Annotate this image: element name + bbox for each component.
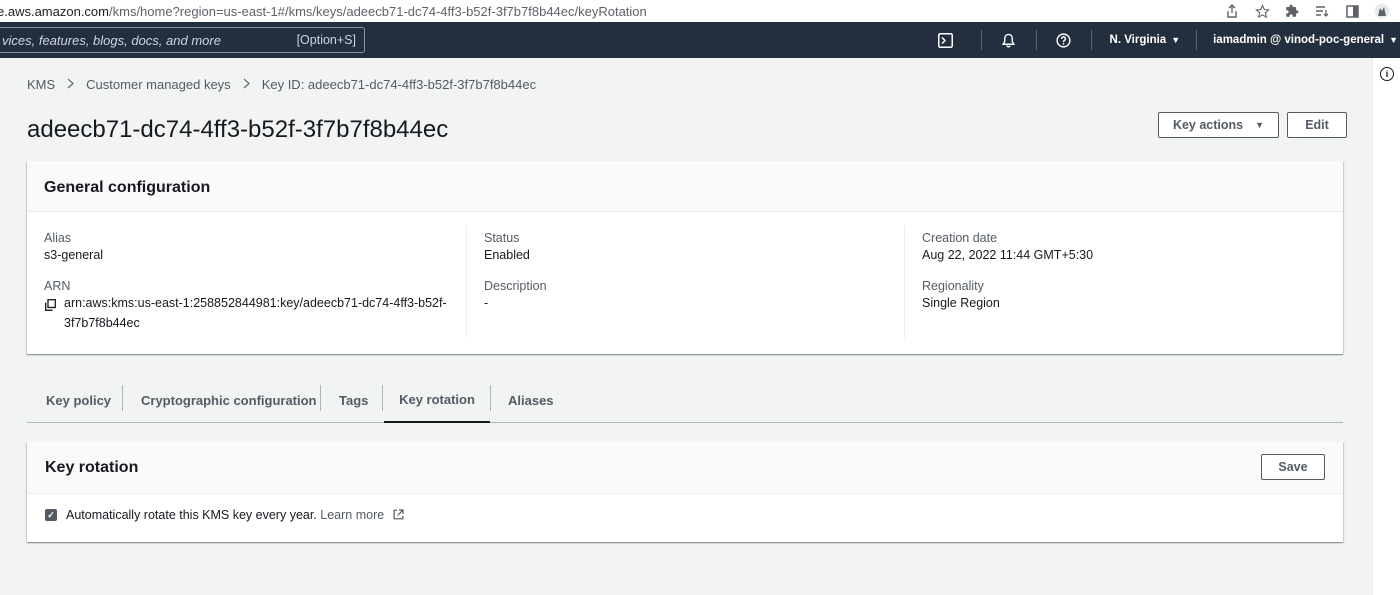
tab-key-rotation-label: Key rotation xyxy=(399,391,475,407)
profile-icon[interactable] xyxy=(1374,3,1390,19)
account-menu[interactable]: iamadmin @ vinod-poc-general ▼ xyxy=(1213,34,1398,46)
learn-more-link[interactable]: Learn more xyxy=(320,508,384,522)
copy-icon[interactable] xyxy=(45,299,56,311)
tab-divider xyxy=(490,385,491,411)
extensions-icon[interactable] xyxy=(1284,3,1300,19)
general-configuration-panel: General configuration Alias s3-general A… xyxy=(27,161,1343,354)
browser-url-bar[interactable]: e.aws.amazon.com/kms/home?region=us-east… xyxy=(0,0,1400,22)
nav-divider xyxy=(980,30,982,50)
auto-rotate-label: Automatically rotate this KMS key every … xyxy=(66,508,317,522)
creation-date-value: Aug 22, 2022 11:44 GMT+5:30 xyxy=(922,248,1094,262)
page-title: adeecb71-dc74-4ff3-b52f-3f7b7f8b44ec xyxy=(27,116,449,143)
save-button[interactable]: Save xyxy=(1261,454,1325,480)
nav-divider xyxy=(1035,30,1037,50)
arn-line-2: 3f7b7f8b44ec xyxy=(64,316,140,330)
url-text[interactable]: e.aws.amazon.com/kms/home?region=us-east… xyxy=(0,4,647,19)
chevron-right-icon xyxy=(243,77,250,92)
status-label: Status xyxy=(484,231,520,245)
column-divider xyxy=(904,226,905,338)
breadcrumb-key-id: Key ID: adeecb71-dc74-4ff3-b52f-3f7b7f8b… xyxy=(261,77,537,92)
caret-down-icon: ▼ xyxy=(1171,35,1181,45)
column-divider xyxy=(466,226,467,338)
tab-tags[interactable]: Tags xyxy=(339,377,368,423)
search-shortcut: [Option+S] xyxy=(296,33,356,47)
alias-value: s3-general xyxy=(44,248,104,262)
nav-divider xyxy=(1090,30,1092,50)
panel-title: General configuration xyxy=(44,179,211,196)
share-icon[interactable] xyxy=(1224,3,1240,19)
caret-down-icon: ▼ xyxy=(1389,35,1398,45)
auto-rotate-checkbox[interactable]: ✓ xyxy=(45,509,57,521)
edit-label: Edit xyxy=(1305,118,1329,132)
regionality-label: Regionality xyxy=(922,279,984,293)
regionality-value: Single Region xyxy=(922,296,1000,310)
cloudshell-icon[interactable] xyxy=(937,31,955,49)
creation-date-label: Creation date xyxy=(922,231,998,245)
save-label: Save xyxy=(1278,460,1308,474)
description-value: - xyxy=(484,296,489,310)
panel-header: Key rotation Save xyxy=(27,442,1343,494)
key-rotation-panel: Key rotation Save ✓ Automatically rotate… xyxy=(27,442,1343,542)
tab-bar: Key policy Cryptographic configuration T… xyxy=(27,377,1343,423)
arn-line-1: arn:aws:kms:us-east-1:258852844981:key/a… xyxy=(64,296,447,310)
breadcrumb: KMS Customer managed keys Key ID: adeecb… xyxy=(27,77,536,92)
arn-label: ARN xyxy=(44,279,71,293)
chevron-right-icon xyxy=(67,77,75,92)
help-icon[interactable] xyxy=(1055,31,1073,49)
description-label: Description xyxy=(484,279,547,293)
right-rail: i xyxy=(1372,58,1400,595)
aws-top-nav: vices, features, blogs, docs, and more [… xyxy=(0,22,1400,58)
status-value: Enabled xyxy=(484,248,530,262)
region-selector[interactable]: N. Virginia ▼ xyxy=(1110,34,1181,46)
tab-key-rotation[interactable]: Key rotation xyxy=(384,377,490,423)
tab-divider xyxy=(382,385,383,411)
info-icon[interactable]: i xyxy=(1380,67,1394,81)
search-placeholder: vices, features, blogs, docs, and more xyxy=(2,32,221,48)
main-content: KMS Customer managed keys Key ID: adeecb… xyxy=(0,58,1372,595)
caret-down-icon: ▼ xyxy=(1255,120,1265,130)
tab-divider xyxy=(122,385,123,411)
tab-aliases[interactable]: Aliases xyxy=(508,377,554,423)
arn-value: arn:aws:kms:us-east-1:258852844981:key/a… xyxy=(64,294,464,332)
panel-header: General configuration xyxy=(27,161,1343,212)
star-icon[interactable] xyxy=(1254,3,1270,19)
key-actions-button[interactable]: Key actions ▼ xyxy=(1158,112,1279,138)
auto-rotate-row: Automatically rotate this KMS key every … xyxy=(66,508,404,522)
edit-button[interactable]: Edit xyxy=(1287,112,1347,138)
external-link-icon[interactable] xyxy=(393,509,404,520)
reading-list-icon[interactable] xyxy=(1314,3,1330,19)
search-input[interactable]: vices, features, blogs, docs, and more [… xyxy=(0,27,365,53)
tab-divider xyxy=(320,385,321,411)
url-host: e.aws.amazon.com xyxy=(0,3,109,19)
key-actions-label: Key actions xyxy=(1172,118,1244,132)
panel-title: Key rotation xyxy=(45,459,139,476)
breadcrumb-customer-managed-keys[interactable]: Customer managed keys xyxy=(86,77,231,92)
tab-key-policy[interactable]: Key policy xyxy=(46,377,111,423)
region-label: N. Virginia xyxy=(1109,34,1167,46)
sidepanel-icon[interactable] xyxy=(1344,3,1360,19)
nav-divider xyxy=(1196,30,1198,50)
alias-label: Alias xyxy=(44,231,72,245)
breadcrumb-kms[interactable]: KMS xyxy=(27,77,55,92)
url-path: /kms/home?region=us-east-1#/kms/keys/ade… xyxy=(109,3,647,19)
tab-cryptographic-configuration[interactable]: Cryptographic configuration xyxy=(141,377,317,423)
account-label: iamadmin @ vinod-poc-general xyxy=(1213,34,1385,46)
bell-icon[interactable] xyxy=(1000,31,1018,49)
